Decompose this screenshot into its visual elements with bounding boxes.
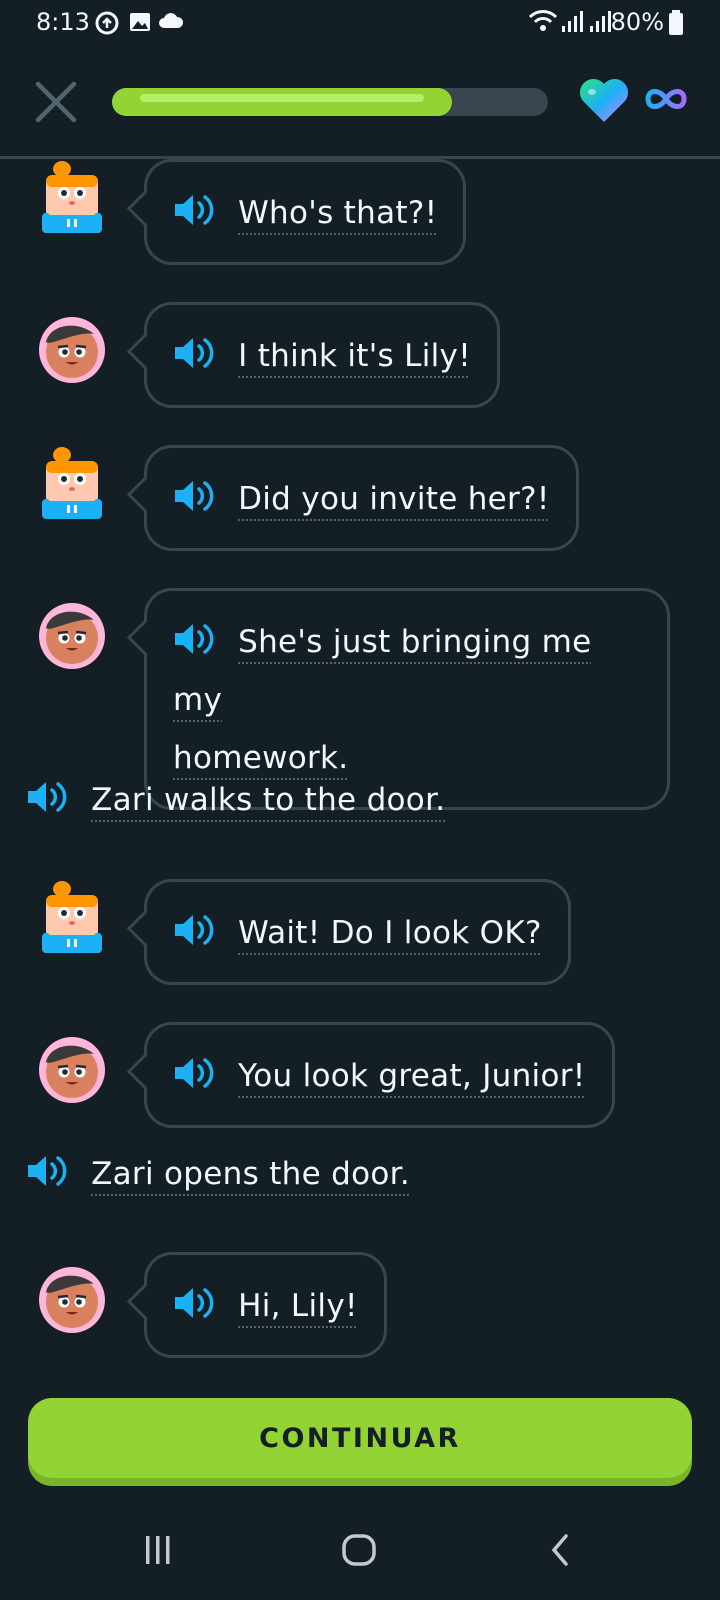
junior-avatar: [42, 881, 102, 953]
continue-button[interactable]: CONTINUAR: [28, 1398, 692, 1478]
narration-line: Zari opens the door.: [26, 1145, 410, 1203]
progress-shine: [140, 94, 424, 102]
speech-bubble: You look great, Junior!: [144, 1022, 615, 1128]
speech-bubble: Did you invite her?!: [144, 445, 579, 551]
speech-text[interactable]: She's just bringing me my: [173, 624, 591, 718]
speech-bubble: Hi, Lily!: [144, 1252, 387, 1358]
dialogue-list: Who's that?! I think it's Lily! Did you …: [0, 159, 720, 1368]
narration-text[interactable]: Zari opens the door.: [91, 1156, 410, 1192]
speech-bubble: Wait! Do I look OK?: [144, 879, 571, 985]
speech-text[interactable]: You look great, Junior!: [238, 1058, 585, 1094]
speaker-icon[interactable]: [173, 478, 215, 514]
back-icon[interactable]: [532, 1520, 592, 1580]
lesson-header: [0, 64, 720, 160]
signal-icon-1: [562, 11, 583, 32]
speech-bubble: I think it's Lily!: [144, 302, 500, 408]
junior-avatar: [42, 447, 102, 519]
close-icon[interactable]: [34, 80, 78, 124]
speaker-icon[interactable]: [173, 1285, 215, 1321]
lesson-progress-fill: [112, 88, 452, 116]
heart-icon[interactable]: [578, 76, 630, 124]
zari-avatar: [39, 603, 105, 669]
speaker-icon[interactable]: [173, 1055, 215, 1091]
zari-avatar: [39, 317, 105, 383]
recent-apps-icon[interactable]: [128, 1520, 188, 1580]
narration-text[interactable]: Zari walks to the door.: [91, 782, 445, 818]
sync-icon: [95, 11, 119, 35]
speech-text[interactable]: Who's that?!: [238, 195, 437, 231]
speaker-icon[interactable]: [173, 335, 215, 371]
signal-icon-2: [590, 11, 611, 32]
status-time: 8:13: [36, 8, 90, 36]
gallery-icon: [130, 13, 150, 31]
zari-avatar: [39, 1037, 105, 1103]
speaker-icon[interactable]: [26, 779, 68, 815]
home-icon[interactable]: [330, 1520, 390, 1580]
speaker-icon[interactable]: [26, 1153, 68, 1189]
speech-text[interactable]: Wait! Do I look OK?: [238, 915, 542, 951]
speech-text[interactable]: Did you invite her?!: [238, 481, 549, 517]
wifi-icon: [528, 10, 558, 31]
speaker-icon[interactable]: [173, 912, 215, 948]
battery-icon: [669, 10, 683, 35]
infinity-icon: [645, 89, 687, 109]
narration-line: Zari walks to the door.: [26, 771, 445, 829]
battery-percent: 80%: [610, 8, 664, 36]
speaker-icon[interactable]: [173, 621, 215, 657]
lesson-progress-bar: [112, 88, 548, 116]
status-bar: 8:13 80%: [0, 0, 720, 46]
junior-avatar: [42, 161, 102, 233]
cloud-icon: [159, 13, 184, 28]
speech-text[interactable]: Hi, Lily!: [238, 1288, 358, 1324]
speech-bubble: Who's that?!: [144, 159, 467, 265]
speech-text[interactable]: I think it's Lily!: [238, 338, 471, 374]
system-nav-bar: [0, 1500, 720, 1600]
zari-avatar: [39, 1267, 105, 1333]
speaker-icon[interactable]: [173, 192, 215, 228]
